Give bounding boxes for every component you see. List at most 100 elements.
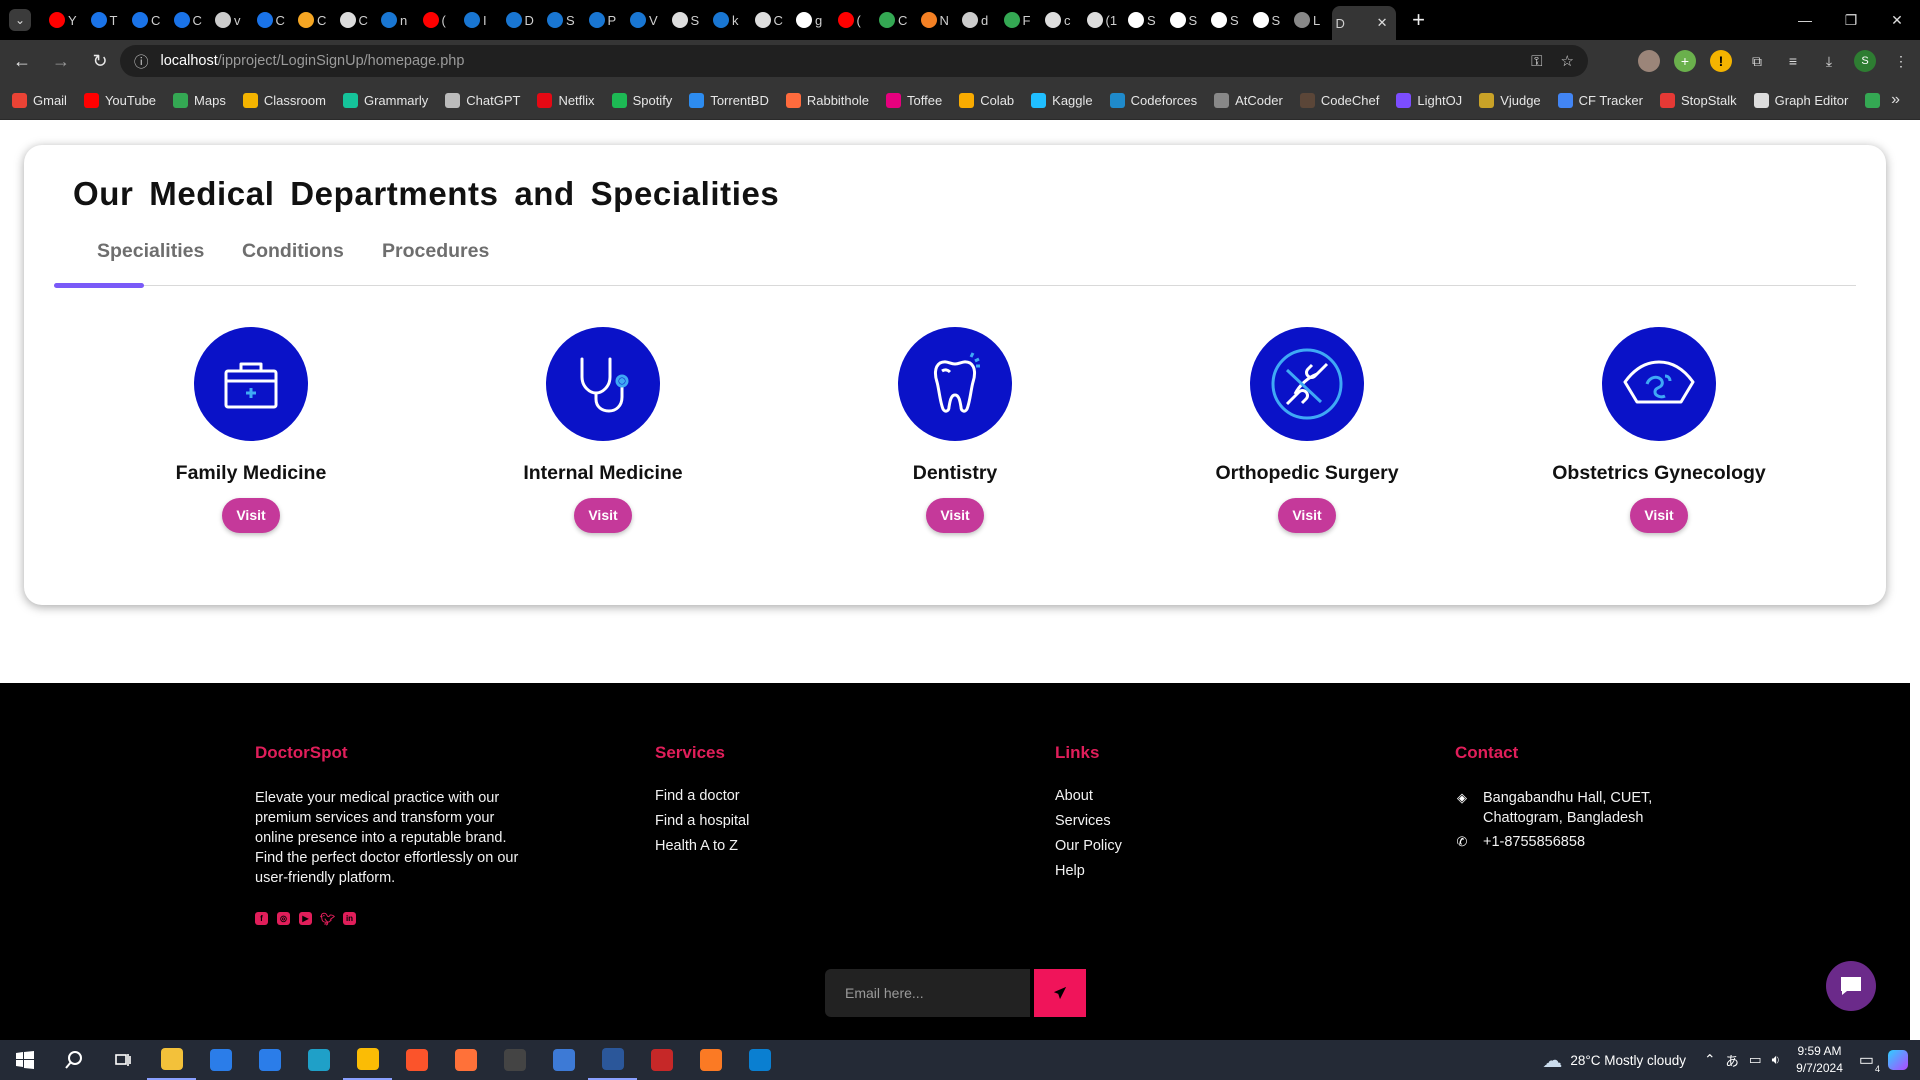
bookmark-item[interactable]: LightOJ	[1396, 93, 1462, 108]
youtube-icon[interactable]: ▶	[299, 912, 312, 925]
browser-tab[interactable]: k	[709, 4, 751, 36]
bookmark-item[interactable]: Colab	[959, 93, 1014, 108]
browser-tab[interactable]: C	[170, 4, 212, 36]
bookmark-item[interactable]: Grammarly	[342, 93, 428, 108]
tab-search-button[interactable]: ⌄	[9, 9, 31, 31]
browser-tab[interactable]: c	[1041, 4, 1083, 36]
visit-button-obstetrics-gynecology[interactable]: Visit	[1630, 498, 1688, 533]
address-bar[interactable]: ⓘ localhost/ipproject/LoginSignUp/homepa…	[120, 45, 1588, 77]
browser-tab[interactable]: n	[377, 4, 419, 36]
restore-button[interactable]: ❐	[1828, 0, 1874, 40]
browser-tab[interactable]: T	[87, 4, 129, 36]
reload-button[interactable]: ↻	[83, 44, 117, 78]
taskbar-app[interactable]	[245, 1040, 294, 1080]
browser-tab[interactable]: (	[834, 4, 876, 36]
extensions-puzzle-icon[interactable]: ⧉	[1746, 50, 1768, 72]
visit-button-internal-medicine[interactable]: Visit	[574, 498, 632, 533]
notification-center-button[interactable]: ▭ 4	[1859, 1050, 1880, 1074]
taskbar-app[interactable]	[392, 1040, 441, 1080]
tray-overflow-icon[interactable]: ⌃	[1704, 1052, 1715, 1068]
bookmark-item[interactable]: Vjudge	[1479, 93, 1541, 108]
browser-menu-icon[interactable]: ⋮	[1890, 50, 1912, 72]
taskbar-app[interactable]	[147, 1040, 196, 1080]
browser-tab[interactable]: L	[1290, 4, 1332, 36]
taskbar-app[interactable]	[686, 1040, 735, 1080]
bookmark-item[interactable]: TorrentBD	[689, 93, 769, 108]
bookmark-item[interactable]: Codeforces	[1109, 93, 1197, 108]
browser-tab[interactable]: C	[128, 4, 170, 36]
browser-tab[interactable]: V	[626, 4, 668, 36]
downloads-icon[interactable]: ⤓	[1818, 50, 1840, 72]
new-tab-button[interactable]: +	[1406, 7, 1432, 33]
active-browser-tab[interactable]: D ✕	[1331, 6, 1396, 40]
bookmark-item[interactable]: Graph Editor	[1753, 93, 1848, 108]
bookmarks-overflow-icon[interactable]: »	[1891, 91, 1900, 109]
extension-cookie-icon[interactable]	[1638, 50, 1660, 72]
tab-procedures[interactable]: Procedures	[382, 240, 489, 263]
browser-tab[interactable]: N	[917, 4, 959, 36]
chat-widget-button[interactable]	[1826, 961, 1876, 1011]
facebook-icon[interactable]: f	[255, 912, 268, 925]
visit-button-family-medicine[interactable]: Visit	[222, 498, 280, 533]
visit-button-dentistry[interactable]: Visit	[926, 498, 984, 533]
footer-link-health-a-to-z[interactable]: Health A to Z	[655, 838, 749, 854]
browser-tab[interactable]: (1	[1083, 4, 1125, 36]
bookmark-item[interactable]: Kaggle	[1031, 93, 1093, 108]
bookmark-item[interactable]: Toffee	[886, 93, 942, 108]
browser-tab[interactable]: S	[1249, 4, 1291, 36]
bookmark-item[interactable]: YouTube	[83, 93, 156, 108]
footer-link-find-hospital[interactable]: Find a hospital	[655, 813, 749, 829]
forward-button[interactable]: →	[44, 44, 78, 78]
site-info-icon[interactable]: ⓘ	[134, 51, 149, 72]
browser-tab[interactable]: C	[294, 4, 336, 36]
tab-specialities[interactable]: Specialities	[97, 240, 204, 263]
taskbar-app[interactable]	[196, 1040, 245, 1080]
bookmark-item[interactable]: Classroom	[242, 93, 326, 108]
taskbar-app[interactable]	[343, 1040, 392, 1080]
browser-tab[interactable]: Y	[45, 4, 87, 36]
browser-tab[interactable]: S	[543, 4, 585, 36]
footer-link-about[interactable]: About	[1055, 788, 1122, 804]
newsletter-send-button[interactable]	[1034, 969, 1086, 1017]
browser-tab[interactable]: S	[668, 4, 710, 36]
browser-tab[interactable]: P	[585, 4, 627, 36]
bookmark-item[interactable]	[1865, 93, 1886, 108]
clock[interactable]: 9:59 AM 9/7/2024	[1796, 1043, 1843, 1077]
extension-plus-icon[interactable]: +	[1674, 50, 1696, 72]
taskbar-app[interactable]	[294, 1040, 343, 1080]
taskbar-app[interactable]	[539, 1040, 588, 1080]
volume-icon[interactable]: 🔉︎	[1772, 1052, 1781, 1068]
start-button[interactable]	[0, 1040, 49, 1080]
profile-avatar[interactable]: S	[1854, 50, 1876, 72]
footer-link-services[interactable]: Services	[1055, 813, 1122, 829]
minimize-button[interactable]: —	[1782, 0, 1828, 40]
close-tab-icon[interactable]: ✕	[1377, 15, 1388, 31]
bookmark-item[interactable]: CF Tracker	[1557, 93, 1643, 108]
browser-tab[interactable]: S	[1207, 4, 1249, 36]
browser-tab[interactable]: v	[211, 4, 253, 36]
bookmark-item[interactable]: Gmail	[12, 93, 67, 108]
taskbar-search-button[interactable]	[49, 1040, 98, 1080]
back-button[interactable]: ←	[5, 44, 39, 78]
bookmark-item[interactable]: ChatGPT	[445, 93, 520, 108]
browser-tab[interactable]: C	[751, 4, 793, 36]
browser-tab[interactable]: g	[792, 4, 834, 36]
linkedin-icon[interactable]: in	[343, 912, 356, 925]
browser-tab[interactable]: S	[1124, 4, 1166, 36]
bookmark-item[interactable]: CodeChef	[1299, 93, 1379, 108]
browser-tab[interactable]: d	[958, 4, 1000, 36]
language-icon[interactable]: あ	[1725, 1050, 1739, 1070]
browser-tab[interactable]: (	[419, 4, 461, 36]
task-view-button[interactable]	[98, 1040, 147, 1080]
taskbar-app[interactable]	[441, 1040, 490, 1080]
bookmark-item[interactable]: Spotify	[611, 93, 672, 108]
browser-tab[interactable]: D	[502, 4, 544, 36]
bookmark-item[interactable]: StopStalk	[1659, 93, 1737, 108]
browser-tab[interactable]: F	[1000, 4, 1042, 36]
weather-widget[interactable]: ☁ 28°C Mostly cloudy	[1542, 1048, 1686, 1073]
browser-tab[interactable]: C	[875, 4, 917, 36]
close-window-button[interactable]: ✕	[1874, 0, 1920, 40]
bookmark-star-icon[interactable]: ☆	[1561, 52, 1574, 70]
extension-info-icon[interactable]: !	[1710, 50, 1732, 72]
taskbar-app[interactable]	[735, 1040, 784, 1080]
